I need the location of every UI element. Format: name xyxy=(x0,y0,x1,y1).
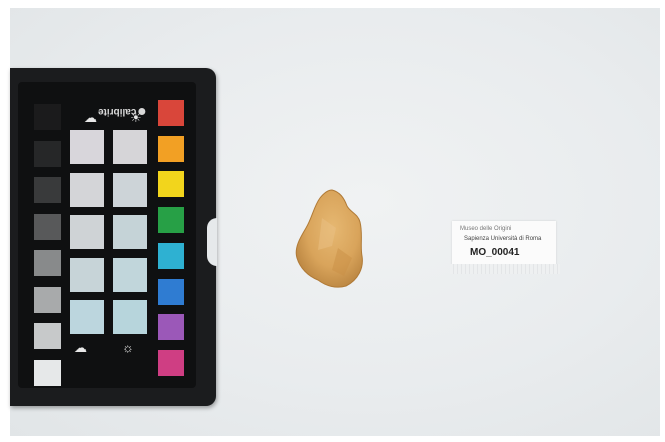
neutral-swatch xyxy=(70,215,104,249)
color-swatch xyxy=(158,207,184,234)
color-swatch xyxy=(158,171,184,198)
color-swatch xyxy=(158,349,184,376)
flint-artifact xyxy=(292,188,368,290)
neutral-swatch xyxy=(70,172,104,207)
neutral-swatch xyxy=(70,257,104,292)
gray-swatch xyxy=(34,359,61,386)
sun-icon: ☼ xyxy=(122,340,134,355)
neutral-swatch xyxy=(113,130,147,164)
neutral-swatch xyxy=(113,257,147,292)
neutral-swatch xyxy=(70,130,104,164)
neutral-swatch xyxy=(113,172,147,207)
gray-swatch xyxy=(34,177,61,203)
color-swatch xyxy=(158,135,184,162)
label-institution: Sapienza Università di Roma xyxy=(464,236,542,242)
gray-swatch xyxy=(34,286,61,313)
specimen-label: Museo delle Origini Sapienza Università … xyxy=(452,221,556,265)
color-swatch xyxy=(158,314,184,341)
label-scale-strip xyxy=(450,264,560,274)
neutral-swatch xyxy=(70,300,104,334)
color-swatch xyxy=(158,278,184,305)
label-museum: Museo delle Origini xyxy=(460,226,512,232)
sun-cloud-icon: ☁ xyxy=(84,110,97,125)
gray-swatch xyxy=(34,250,61,276)
checker-notch xyxy=(207,218,217,266)
gray-swatch xyxy=(34,140,61,167)
neutral-swatch xyxy=(113,215,147,249)
color-checker-card: calibrite ☁ ☀ ☁ ☼ xyxy=(10,68,217,406)
bulb-icon: ☀ xyxy=(130,110,142,125)
checker-panel: calibrite ☁ ☀ ☁ ☼ xyxy=(18,82,196,388)
gray-swatch xyxy=(34,213,61,240)
shade-icon: ☁ xyxy=(74,340,87,355)
color-swatch xyxy=(158,100,184,126)
color-swatch xyxy=(158,242,184,269)
gray-swatch xyxy=(34,104,61,130)
gray-swatch xyxy=(34,323,61,349)
neutral-swatch xyxy=(113,300,147,334)
label-specimen-id: MO_00041 xyxy=(470,247,520,258)
